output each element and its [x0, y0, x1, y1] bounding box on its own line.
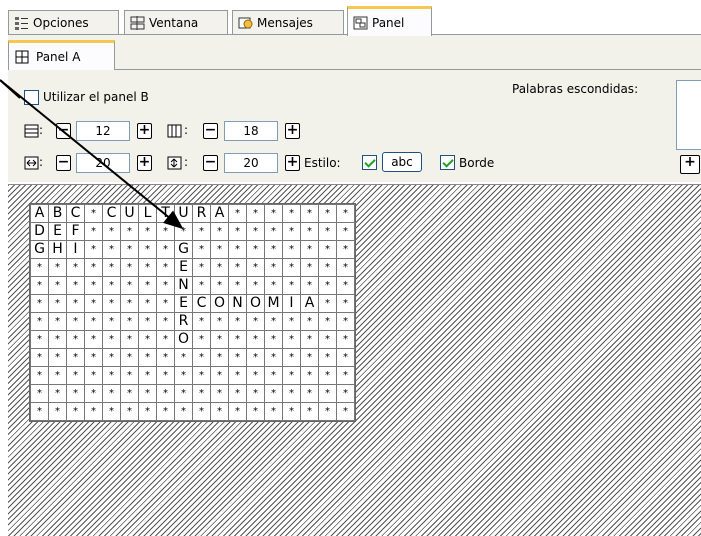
panel-icon [353, 16, 368, 30]
sub-tab-label: Panel A [36, 49, 81, 64]
tab-label: Panel [372, 15, 405, 30]
tab-panel-a[interactable]: Panel A [8, 40, 115, 70]
tab-panel[interactable]: Panel [347, 6, 432, 36]
grid-icon [15, 50, 30, 64]
annotation-arrow-icon [0, 79, 184, 230]
